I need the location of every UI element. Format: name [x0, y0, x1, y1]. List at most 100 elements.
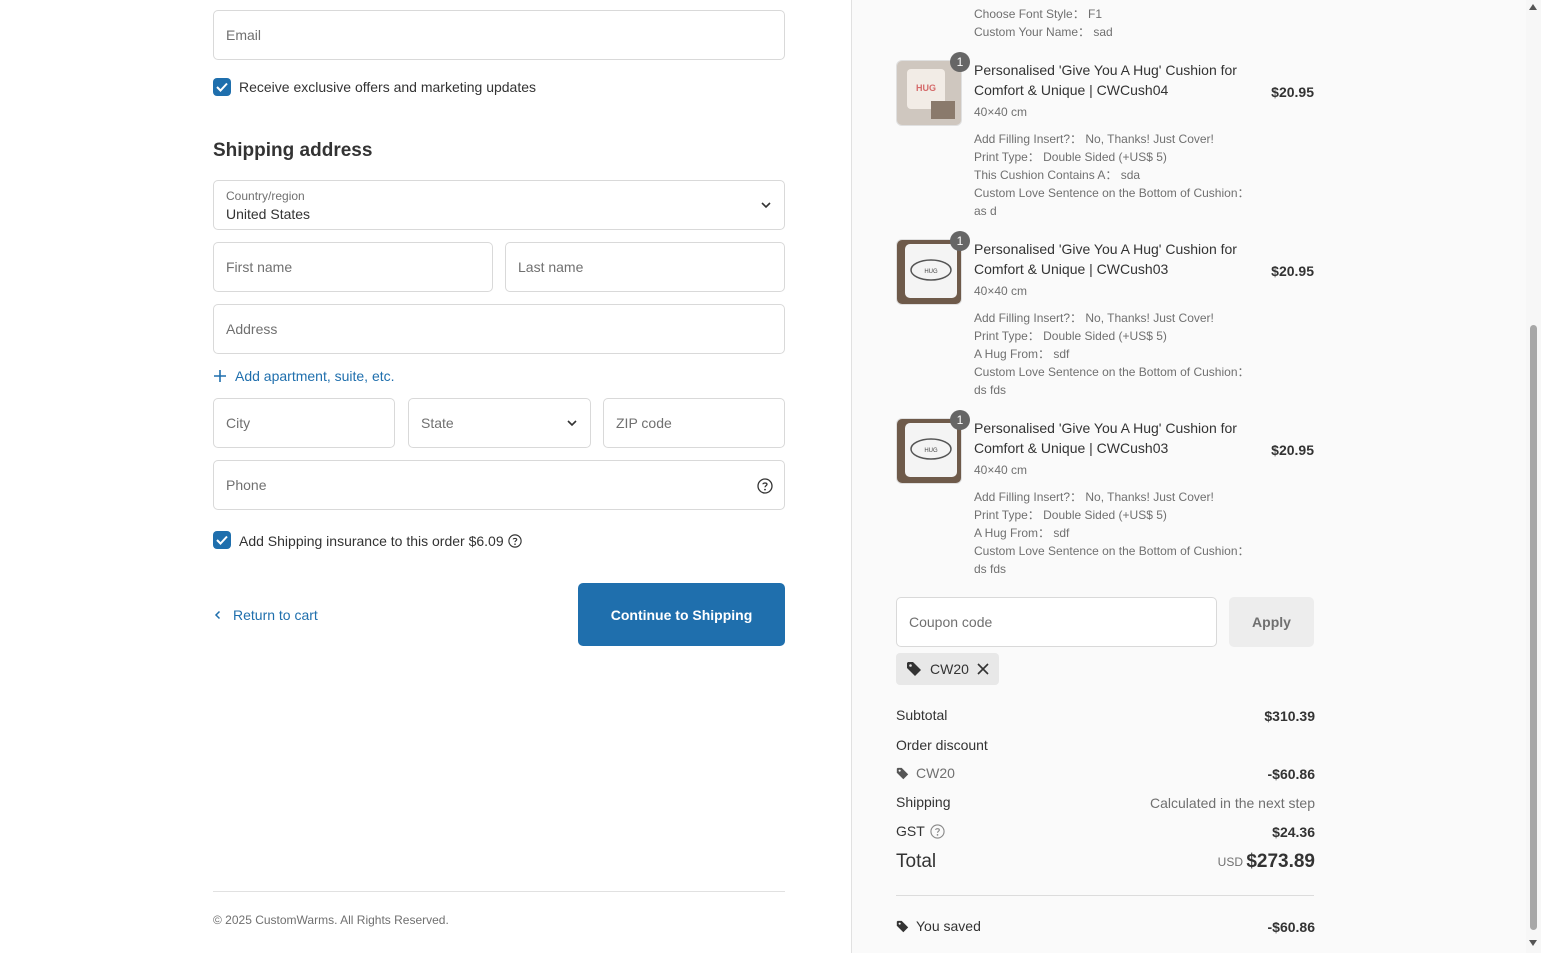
item-option: Custom Love Sentence on the Bottom of Cu…	[974, 365, 1250, 397]
scroll-up-arrow-icon[interactable]	[1529, 4, 1537, 10]
discount-code-row: CW20	[896, 765, 955, 781]
item-option: This Cushion Contains A： sda	[974, 168, 1141, 182]
phone-placeholder: Phone	[226, 477, 267, 493]
quantity-badge: 1	[950, 231, 970, 251]
shipping-value: Calculated in the next step	[1150, 795, 1315, 811]
item-option: A Hug From： sdf	[974, 526, 1070, 540]
product-thumbnail: HUG	[896, 418, 962, 484]
you-saved-row: You saved	[896, 918, 981, 934]
email-placeholder: Email	[226, 27, 262, 43]
quantity-badge: 1	[950, 52, 970, 72]
tag-icon	[907, 662, 921, 676]
line-item: HUG 1 Personalised 'Give You A Hug' Cush…	[896, 52, 1314, 220]
subtotal-label: Subtotal	[896, 707, 948, 723]
return-to-cart-label: Return to cart	[233, 607, 318, 623]
check-icon	[216, 535, 228, 545]
scrollbar-thumb[interactable]	[1530, 325, 1537, 930]
scrollbar[interactable]	[1526, 0, 1541, 953]
country-select[interactable]: Country/region United States	[213, 180, 785, 230]
remove-discount-icon[interactable]	[977, 663, 989, 675]
phone-field[interactable]: Phone	[213, 460, 785, 510]
item-option: Print Type： Double Sided (+US$ 5)	[974, 508, 1167, 522]
item-option: Add Filling Insert?： No, Thanks! Just Co…	[974, 490, 1214, 504]
address-field[interactable]: Address	[213, 304, 785, 354]
top-item-options: Choose Font Style： F1 Custom Your Name： …	[974, 5, 1113, 41]
state-placeholder: State	[421, 415, 454, 431]
total-value: $273.89	[1246, 851, 1315, 872]
shipping-label: Shipping	[896, 794, 951, 810]
city-placeholder: City	[226, 415, 251, 431]
item-option: Custom Love Sentence on the Bottom of Cu…	[974, 186, 1250, 218]
first-name-field[interactable]: First name	[213, 242, 493, 292]
zip-field[interactable]: ZIP code	[603, 398, 785, 448]
return-to-cart-link[interactable]: Return to cart	[213, 607, 318, 623]
product-thumbnail: HUG	[896, 60, 962, 126]
applied-code: CW20	[930, 661, 969, 677]
total-currency: USD	[1217, 855, 1243, 869]
state-select[interactable]: State	[408, 398, 591, 448]
summary-divider	[896, 895, 1314, 896]
item-option: Custom Your Name： sad	[974, 25, 1113, 39]
item-options: Add Filling Insert?： No, Thanks! Just Co…	[974, 130, 1264, 220]
order-discount-label: Order discount	[896, 737, 988, 753]
copyright-text: © 2025 CustomWarms. All Rights Reserved.	[213, 913, 449, 927]
line-item: HUG 1 Personalised 'Give You A Hug' Cush…	[896, 231, 1314, 399]
insurance-checkbox[interactable]	[213, 531, 231, 549]
item-size: 40×40 cm	[974, 463, 1028, 477]
discount-code: CW20	[916, 765, 955, 781]
city-field[interactable]: City	[213, 398, 395, 448]
last-name-field[interactable]: Last name	[505, 242, 785, 292]
check-icon	[216, 82, 228, 92]
marketing-label: Receive exclusive offers and marketing u…	[239, 79, 537, 95]
coupon-input[interactable]: Coupon code	[896, 597, 1217, 647]
continue-to-shipping-button[interactable]: Continue to Shipping	[578, 583, 785, 646]
svg-text:HUG: HUG	[916, 83, 936, 93]
add-apartment-link[interactable]: Add apartment, suite, etc.	[213, 368, 395, 384]
chevron-down-icon	[761, 202, 771, 209]
item-title: Personalised 'Give You A Hug' Cushion fo…	[974, 241, 1237, 277]
item-price: $20.95	[1271, 263, 1314, 279]
email-field[interactable]: Email	[213, 10, 785, 60]
help-icon[interactable]	[757, 478, 773, 494]
order-summary: Choose Font Style： F1 Custom Your Name： …	[851, 0, 1527, 953]
chevron-down-icon	[567, 420, 577, 427]
insurance-label: Add Shipping insurance to this order $6.…	[239, 533, 504, 549]
item-option: Print Type： Double Sided (+US$ 5)	[974, 329, 1167, 343]
item-option: Add Filling Insert?： No, Thanks! Just Co…	[974, 132, 1214, 146]
item-option: Choose Font Style： F1	[974, 7, 1103, 21]
gst-value: $24.36	[1272, 824, 1315, 840]
apply-button[interactable]: Apply	[1229, 597, 1314, 647]
item-option: Add Filling Insert?： No, Thanks! Just Co…	[974, 311, 1214, 325]
item-size: 40×40 cm	[974, 105, 1028, 119]
marketing-checkbox[interactable]	[213, 78, 231, 96]
help-icon[interactable]	[930, 823, 945, 839]
item-size: 40×40 cm	[974, 284, 1028, 298]
shipping-address-title: Shipping address	[213, 140, 373, 161]
quantity-badge: 1	[950, 410, 970, 430]
line-item: HUG 1 Personalised 'Give You A Hug' Cush…	[896, 410, 1314, 578]
applied-discount-chip: CW20	[896, 653, 999, 685]
gst-row: GST	[896, 823, 945, 839]
add-apartment-label: Add apartment, suite, etc.	[235, 368, 395, 384]
you-saved-label: You saved	[916, 918, 981, 934]
help-icon[interactable]	[508, 534, 522, 548]
gst-label: GST	[896, 823, 925, 839]
item-option: A Hug From： sdf	[974, 347, 1070, 361]
item-option: Custom Love Sentence on the Bottom of Cu…	[974, 544, 1250, 576]
total-label: Total	[896, 851, 937, 872]
tag-icon	[896, 767, 909, 779]
item-price: $20.95	[1271, 84, 1314, 100]
product-thumbnail: HUG	[896, 239, 962, 305]
item-options: Add Filling Insert?： No, Thanks! Just Co…	[974, 309, 1264, 399]
first-name-placeholder: First name	[226, 259, 293, 275]
you-saved-value: -$60.86	[1267, 919, 1315, 935]
item-title: Personalised 'Give You A Hug' Cushion fo…	[974, 420, 1237, 456]
item-price: $20.95	[1271, 442, 1314, 458]
plus-icon	[214, 370, 226, 382]
svg-text:HUG: HUG	[924, 269, 938, 275]
scroll-down-arrow-icon[interactable]	[1529, 940, 1537, 946]
chevron-left-icon	[214, 610, 221, 620]
item-options: Add Filling Insert?： No, Thanks! Just Co…	[974, 488, 1264, 578]
zip-placeholder: ZIP code	[616, 415, 672, 431]
last-name-placeholder: Last name	[518, 259, 584, 275]
